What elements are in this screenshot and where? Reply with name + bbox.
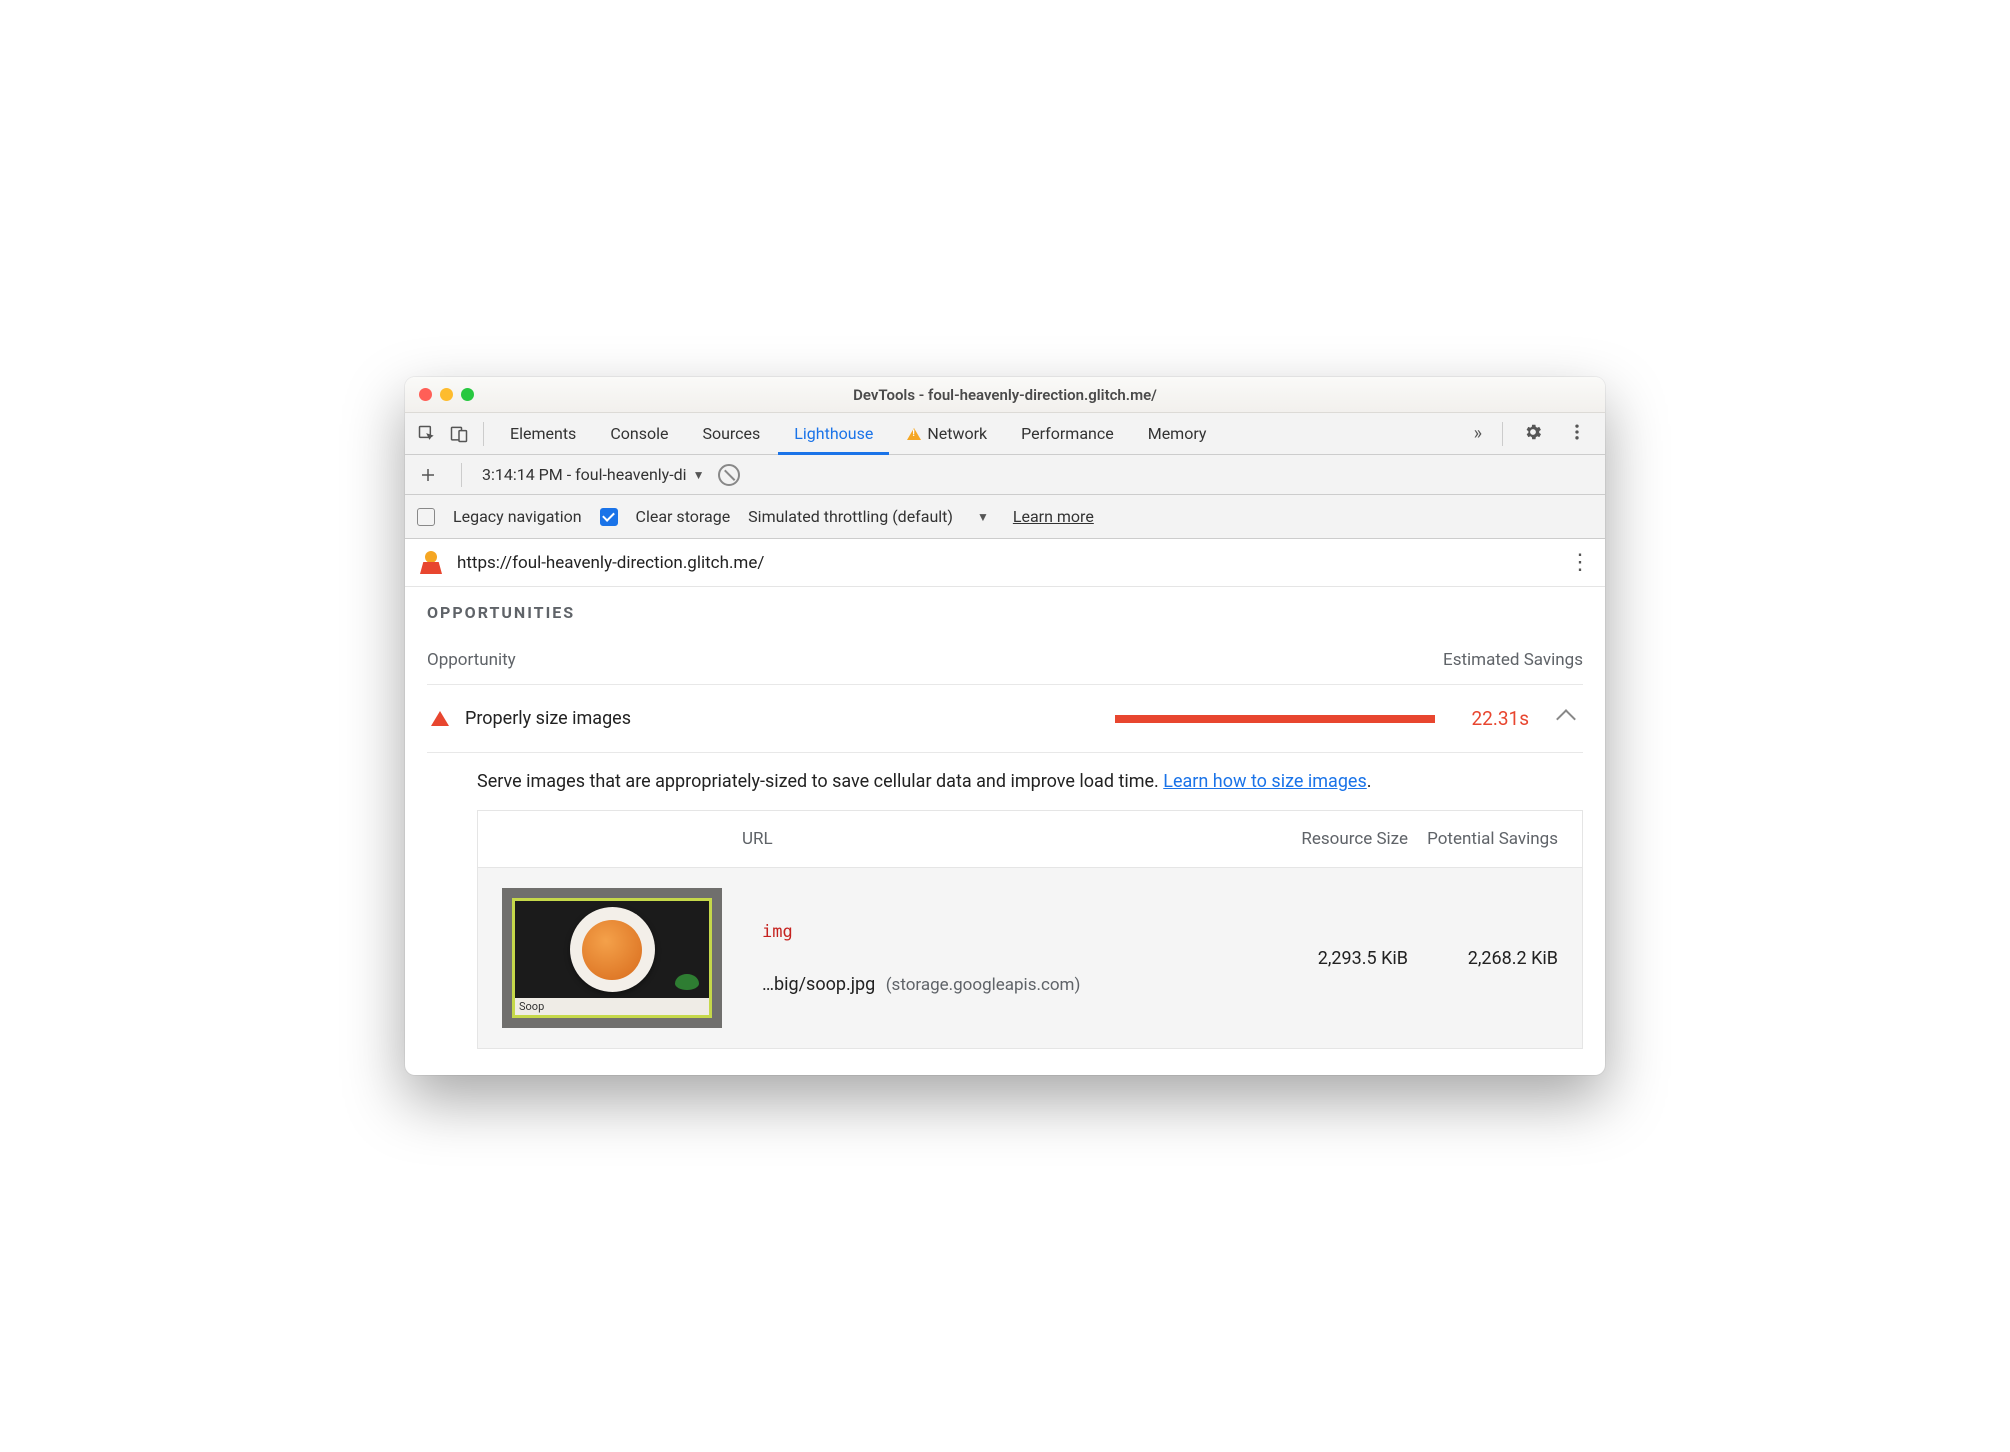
close-icon[interactable] <box>419 388 432 401</box>
report-content: OPPORTUNITIES Opportunity Estimated Savi… <box>405 587 1605 1075</box>
audited-url: https://foul-heavenly-direction.glitch.m… <box>457 553 1555 573</box>
chevron-down-icon[interactable]: ▼ <box>977 510 989 524</box>
minimize-icon[interactable] <box>440 388 453 401</box>
tab-sources[interactable]: Sources <box>686 413 776 454</box>
table-row[interactable]: Soop img …big/soop.jpg (storage.googleap… <box>478 867 1582 1048</box>
panel-tabs-row: Elements Console Sources Lighthouse Netw… <box>405 413 1605 455</box>
thumb-caption: Soop <box>515 998 709 1015</box>
tab-network[interactable]: Network <box>891 413 1003 454</box>
settings-gear-icon[interactable] <box>1513 422 1553 446</box>
resource-path: …big/soop.jpg (storage.googleapis.com) <box>762 974 1258 995</box>
potential-savings: 2,268.2 KiB <box>1408 948 1558 969</box>
th-url: URL <box>742 829 1258 849</box>
fail-triangle-icon <box>431 711 449 726</box>
throttling-label: Simulated throttling (default) <box>748 507 953 526</box>
tab-lighthouse[interactable]: Lighthouse <box>778 413 889 454</box>
tab-performance[interactable]: Performance <box>1005 413 1130 454</box>
tab-memory[interactable]: Memory <box>1132 413 1223 454</box>
lighthouse-icon <box>419 551 443 574</box>
legacy-navigation-checkbox[interactable] <box>417 508 435 526</box>
opportunity-label: Properly size images <box>465 708 631 729</box>
resource-host: (storage.googleapis.com) <box>886 975 1081 995</box>
report-label: 3:14:14 PM - foul-heavenly-di <box>482 465 687 484</box>
new-report-button[interactable] <box>415 462 441 488</box>
report-menu-icon[interactable]: ⋮ <box>1569 552 1591 574</box>
separator <box>461 463 462 487</box>
table-head: URL Resource Size Potential Savings <box>478 811 1582 867</box>
lighthouse-options: Legacy navigation Clear storage Simulate… <box>405 495 1605 539</box>
resource-size: 2,293.5 KiB <box>1258 948 1408 969</box>
column-headers: Opportunity Estimated Savings <box>427 650 1583 670</box>
legacy-navigation-label: Legacy navigation <box>453 507 582 526</box>
resource-table: URL Resource Size Potential Savings Soop… <box>477 810 1583 1049</box>
resource-thumbnail: Soop <box>502 888 722 1028</box>
device-toolbar-icon[interactable] <box>445 420 473 448</box>
tab-elements[interactable]: Elements <box>494 413 592 454</box>
separator <box>1502 422 1503 446</box>
resource-url-col: img …big/soop.jpg (storage.googleapis.co… <box>722 922 1258 995</box>
section-title: OPPORTUNITIES <box>427 603 1583 622</box>
th-potential: Potential Savings <box>1408 829 1558 849</box>
savings-bar <box>1115 715 1435 723</box>
traffic-lights <box>419 388 474 401</box>
col-savings: Estimated Savings <box>1443 650 1583 670</box>
warning-icon <box>907 428 921 440</box>
devtools-window: DevTools - foul-heavenly-direction.glitc… <box>405 377 1605 1075</box>
th-size: Resource Size <box>1258 829 1408 849</box>
more-options-icon[interactable] <box>1557 422 1597 446</box>
separator <box>483 422 484 446</box>
lighthouse-toolbar: 3:14:14 PM - foul-heavenly-di ▼ <box>405 455 1605 495</box>
chevron-up-icon[interactable] <box>1556 709 1576 729</box>
chevron-down-icon: ▼ <box>693 468 705 482</box>
panel-tabs: Elements Console Sources Lighthouse Netw… <box>494 413 1460 454</box>
opportunity-row[interactable]: Properly size images 22.31s <box>427 684 1583 753</box>
inspect-element-icon[interactable] <box>413 420 441 448</box>
clear-storage-label: Clear storage <box>636 507 731 526</box>
col-opportunity: Opportunity <box>427 650 516 670</box>
window-title: DevTools - foul-heavenly-direction.glitc… <box>405 386 1605 404</box>
audited-url-row: https://foul-heavenly-direction.glitch.m… <box>405 539 1605 587</box>
clear-storage-checkbox[interactable] <box>600 508 618 526</box>
more-tabs-icon[interactable]: » <box>1464 423 1492 444</box>
tab-console[interactable]: Console <box>594 413 684 454</box>
zoom-icon[interactable] <box>461 388 474 401</box>
learn-more-link[interactable]: Learn more <box>1013 507 1094 526</box>
savings-value: 22.31s <box>1471 707 1529 730</box>
titlebar: DevTools - foul-heavenly-direction.glitc… <box>405 377 1605 413</box>
learn-link[interactable]: Learn how to size images <box>1163 771 1367 792</box>
clear-report-icon[interactable] <box>718 464 740 486</box>
opportunity-description: Serve images that are appropriately-size… <box>477 771 1583 792</box>
report-selector[interactable]: 3:14:14 PM - foul-heavenly-di ▼ <box>482 465 704 484</box>
element-tag: img <box>762 922 1258 942</box>
